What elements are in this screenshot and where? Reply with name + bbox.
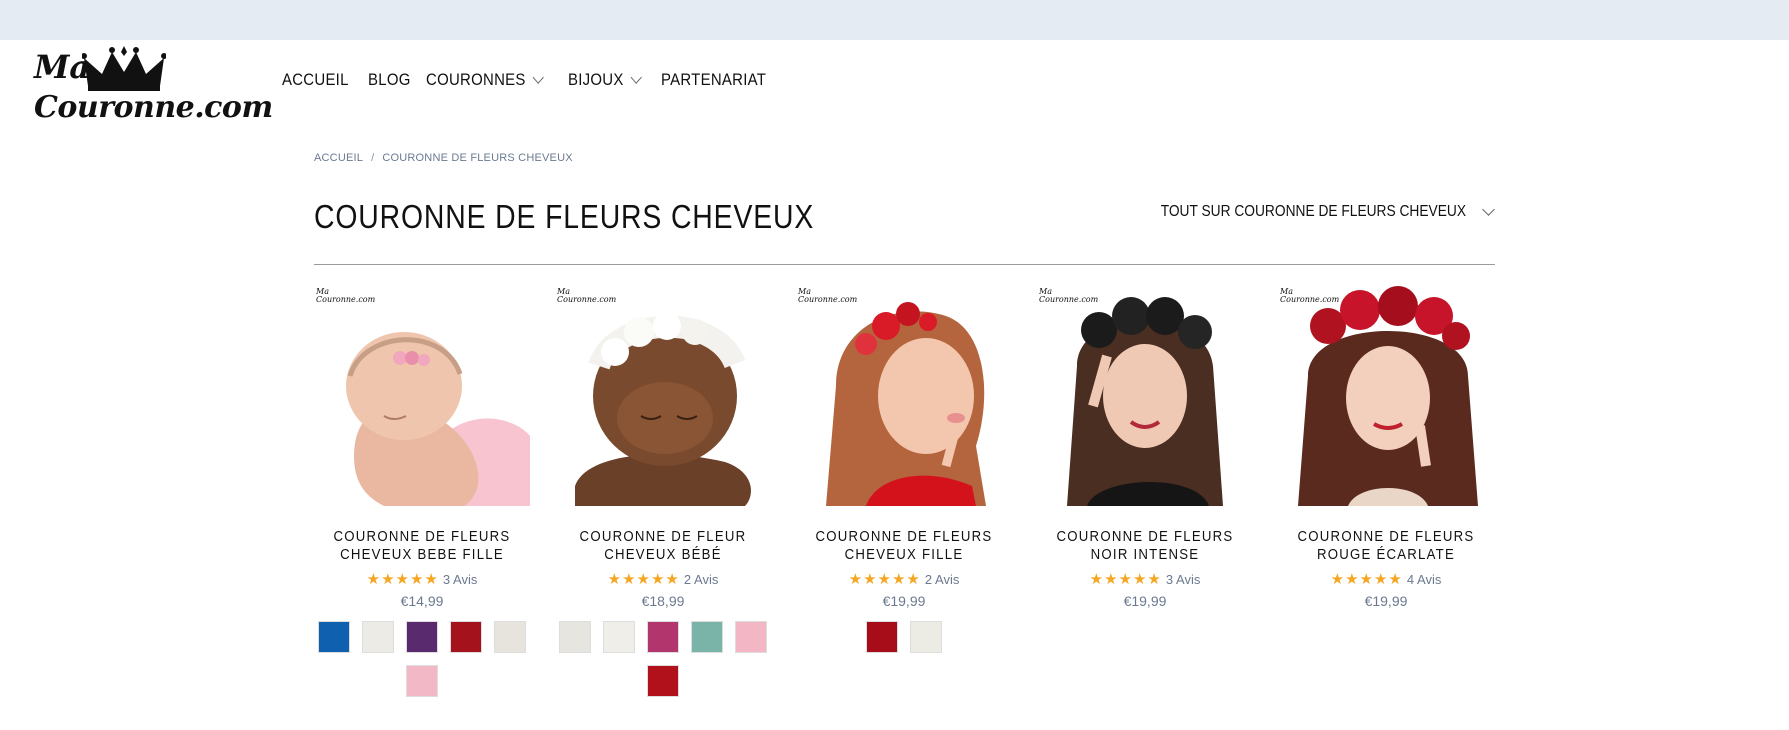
color-swatch[interactable] [910, 621, 942, 653]
product-image[interactable]: Ma Couronne.com [1278, 286, 1494, 506]
nav-label: ACCUEIL [282, 70, 349, 89]
product-card: Ma Couronne.com COURONNE DE FLEURS CHEVEU… [796, 286, 1012, 697]
color-swatch[interactable] [647, 621, 679, 653]
color-swatches [796, 621, 1012, 653]
product-title[interactable]: COURONNE DE FLEURS ROUGE ÉCARLATE [1280, 528, 1491, 564]
color-swatches [314, 621, 530, 697]
color-swatch[interactable] [406, 621, 438, 653]
color-swatch[interactable] [559, 621, 591, 653]
product-rating: ★★★★★ 3 Avis [1090, 570, 1201, 588]
color-swatch[interactable] [494, 621, 526, 653]
chevron-down-icon [1482, 203, 1495, 216]
product-title[interactable]: COURONNE DE FLEURS CHEVEUX FILLE [798, 528, 1009, 564]
product-title-line: COURONNE DE FLEURS [815, 528, 993, 545]
product-card: Ma Couronne.com COURONNE DE FLEUR CHEVEUX… [555, 286, 771, 697]
product-price: €18,99 [641, 593, 685, 609]
breadcrumb: ACCUEIL / COURONNE DE FLEURS CHEVEUX [314, 152, 573, 164]
breadcrumb-home-link[interactable]: ACCUEIL [314, 152, 363, 164]
product-image[interactable]: Ma Couronne.com [314, 286, 530, 506]
nav-item-bijoux[interactable]: BIJOUX [568, 70, 643, 90]
crown-logo-icon [82, 46, 166, 91]
product-title-line: COURONNE DE FLEUR [579, 528, 747, 545]
product-card: Ma Couronne.com COURONNE DE FLEURS ROUGE … [1278, 286, 1494, 697]
product-title[interactable]: COURONNE DE FLEURS CHEVEUX BEBE FILLE [316, 528, 527, 564]
site-logo[interactable]: Ma Couronne.com [34, 46, 273, 126]
product-price: €19,99 [1364, 593, 1408, 609]
product-title-line: CHEVEUX FILLE [844, 546, 964, 563]
product-photo-baby-white-headband [575, 312, 751, 506]
color-swatch[interactable] [735, 621, 767, 653]
star-rating-icon: ★★★★★ [1089, 571, 1162, 588]
color-swatch[interactable] [318, 621, 350, 653]
color-swatch[interactable] [450, 621, 482, 653]
product-rating: ★★★★★ 3 Avis [367, 570, 478, 588]
top-announcement-bar [0, 0, 1789, 40]
nav-item-couronnes[interactable]: COURONNES [426, 70, 545, 90]
review-count: 3 Avis [442, 571, 478, 587]
product-title-line: COURONNE DE FLEURS [1297, 528, 1475, 545]
sort-label: TOUT SUR COURONNE DE FLEURS CHEVEUX [1160, 203, 1466, 220]
product-rating: ★★★★★ 2 Avis [608, 570, 719, 588]
color-swatch[interactable] [406, 665, 438, 697]
product-image[interactable]: Ma Couronne.com [555, 286, 771, 506]
page-title: COURONNE DE FLEURS CHEVEUX [314, 198, 815, 235]
nav-label: COURONNES [426, 70, 526, 89]
color-swatch[interactable] [647, 665, 679, 697]
watermark-logo: Ma Couronne.com [1039, 287, 1099, 304]
main-nav: ACCUEIL BLOG COURONNES BIJOUX PARTENARIA… [282, 70, 772, 90]
review-count: 2 Avis [924, 571, 960, 587]
chevron-down-icon [631, 71, 643, 84]
nav-item-accueil[interactable]: ACCUEIL [282, 70, 349, 90]
product-title-line: NOIR INTENSE [1090, 546, 1200, 563]
color-swatches [555, 621, 771, 697]
product-photo-woman-black-roses [1067, 297, 1223, 506]
product-photo-woman-red-roses [1298, 286, 1478, 506]
product-rating: ★★★★★ 4 Avis [1331, 570, 1442, 588]
watermark-logo: Ma Couronne.com [1280, 287, 1340, 304]
logo-text-couronne: Couronne.com [34, 90, 273, 125]
product-title[interactable]: COURONNE DE FLEURS NOIR INTENSE [1039, 528, 1250, 564]
product-grid: Ma Couronne.com COURONNE DE FLEURS CHEVEU… [314, 286, 1494, 697]
breadcrumb-current: COURONNE DE FLEURS CHEVEUX [382, 152, 573, 164]
star-rating-icon: ★★★★★ [1330, 571, 1403, 588]
nav-item-blog[interactable]: BLOG [368, 70, 411, 90]
product-rating: ★★★★★ 2 Avis [849, 570, 960, 588]
nav-label: PARTENARIAT [660, 70, 766, 89]
product-card: Ma Couronne.com COURONNE DE FLEURS CHEVEU… [314, 286, 530, 697]
product-price: €14,99 [400, 593, 444, 609]
product-image[interactable]: Ma Couronne.com [1037, 286, 1253, 506]
review-count: 2 Avis [683, 571, 719, 587]
product-photo-baby-pink-headband [346, 332, 530, 506]
watermark-logo: Ma Couronne.com [798, 287, 858, 304]
title-divider [314, 264, 1495, 265]
nav-item-partenariat[interactable]: PARTENARIAT [661, 70, 766, 90]
star-rating-icon: ★★★★★ [848, 571, 921, 588]
collection-sort-dropdown[interactable]: TOUT SUR COURONNE DE FLEURS CHEVEUX [1111, 203, 1495, 221]
product-title-line: CHEVEUX BEBE FILLE [340, 546, 504, 563]
product-title-line: COURONNE DE FLEURS [1056, 528, 1234, 545]
product-price: €19,99 [1123, 593, 1167, 609]
product-title-line: ROUGE ÉCARLATE [1316, 546, 1456, 563]
chevron-down-icon [533, 71, 545, 84]
watermark-logo: Ma Couronne.com [557, 287, 617, 304]
product-title[interactable]: COURONNE DE FLEUR CHEVEUX BÉBÉ [557, 528, 768, 564]
nav-label: BLOG [367, 70, 411, 89]
product-title-line: COURONNE DE FLEURS [333, 528, 511, 545]
product-price: €19,99 [882, 593, 926, 609]
review-count: 3 Avis [1165, 571, 1201, 587]
product-photo-girl-red-flowers [826, 302, 986, 506]
product-title-line: CHEVEUX BÉBÉ [604, 546, 722, 563]
product-card: Ma Couronne.com COURONNE DE FLEURS NOIR I… [1037, 286, 1253, 697]
watermark-logo: Ma Couronne.com [316, 287, 376, 304]
breadcrumb-separator: / [371, 152, 375, 164]
star-rating-icon: ★★★★★ [607, 571, 680, 588]
color-swatch[interactable] [866, 621, 898, 653]
nav-label: BIJOUX [568, 70, 625, 89]
review-count: 4 Avis [1406, 571, 1442, 587]
product-image[interactable]: Ma Couronne.com [796, 286, 1012, 506]
color-swatch[interactable] [362, 621, 394, 653]
color-swatch[interactable] [691, 621, 723, 653]
star-rating-icon: ★★★★★ [366, 571, 439, 588]
color-swatch[interactable] [603, 621, 635, 653]
